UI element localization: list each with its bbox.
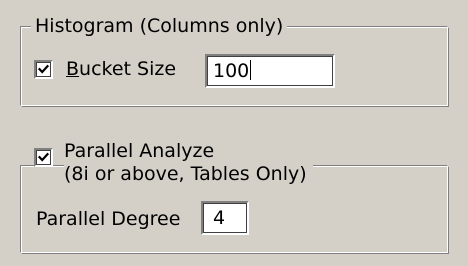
parallel-degree-label: Parallel Degree bbox=[36, 208, 181, 230]
bucket-size-value: 100 bbox=[213, 60, 250, 82]
bucket-size-checkbox[interactable] bbox=[34, 60, 53, 79]
histogram-group-label: Histogram (Columns only) bbox=[31, 15, 288, 37]
parallel-analyze-sublabel[interactable]: (8i or above, Tables Only) bbox=[64, 163, 313, 185]
bucket-size-input[interactable]: 100 bbox=[205, 54, 335, 88]
checkmark-icon bbox=[37, 152, 50, 162]
parallel-degree-input[interactable]: 4 bbox=[201, 201, 249, 235]
bucket-size-label-rest: ucket Size bbox=[79, 58, 177, 80]
parallel-analyze-label[interactable]: Parallel Analyze bbox=[64, 140, 221, 162]
checkmark-icon bbox=[37, 64, 50, 74]
parallel-degree-value: 4 bbox=[213, 207, 226, 229]
text-caret bbox=[250, 60, 252, 80]
bucket-size-label-accel: B bbox=[66, 58, 80, 80]
parallel-analyze-checkbox[interactable] bbox=[34, 148, 53, 167]
bucket-size-label[interactable]: Bucket Size bbox=[66, 58, 176, 80]
